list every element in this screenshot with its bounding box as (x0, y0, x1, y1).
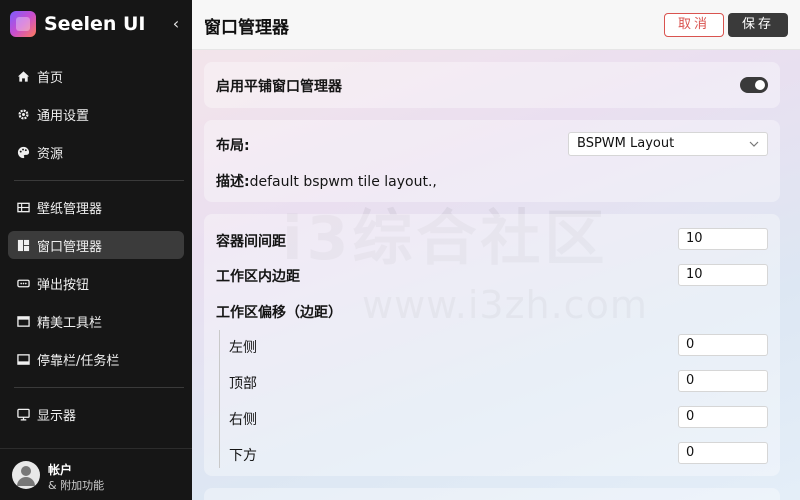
main-content: i3综合社区 www.i3zh.com 窗口管理器 取消 保存 启用平铺窗口管理… (192, 0, 800, 500)
brand: Seelen UI (10, 10, 146, 38)
sidebar-item-label: 资源 (37, 146, 64, 162)
container-gap-input[interactable]: 10 (678, 228, 768, 250)
wallpaper-icon (16, 200, 30, 214)
sidebar-item-label: 窗口管理器 (37, 239, 103, 255)
toolbar-icon (16, 314, 30, 328)
offset-left-label: 左侧 (229, 340, 257, 356)
sidebar-divider (14, 180, 184, 181)
page-title: 窗口管理器 (204, 18, 289, 38)
monitor-icon (16, 407, 30, 421)
cancel-button[interactable]: 取消 (664, 13, 724, 37)
next-card-edge (204, 488, 780, 500)
popup-icon (16, 276, 30, 290)
sidebar-item-popup-button[interactable]: 弹出按钮 (8, 269, 184, 297)
sidebar-item-label: 壁纸管理器 (37, 201, 103, 217)
sidebar-item-wallpaper[interactable]: 壁纸管理器 (8, 193, 184, 221)
offset-right-label: 右侧 (229, 412, 257, 428)
offset-left-input[interactable]: 0 (678, 334, 768, 356)
layout-select-value: BSPWM Layout (577, 136, 675, 151)
sidebar-item-toolbar[interactable]: 精美工具栏 (8, 307, 184, 335)
indent-line (219, 330, 220, 468)
sidebar-divider (14, 387, 184, 388)
offset-bottom-label: 下方 (229, 448, 257, 464)
gear-icon (16, 107, 30, 121)
offset-top-label: 顶部 (229, 376, 257, 392)
offset-top-input[interactable]: 0 (678, 370, 768, 392)
dock-icon (16, 352, 30, 366)
workspace-padding-input[interactable]: 10 (678, 264, 768, 286)
seelen-logo-icon (10, 11, 36, 37)
offset-right-input[interactable]: 0 (678, 406, 768, 428)
container-gap-label: 容器间间距 (216, 234, 286, 250)
sidebar-item-label: 弹出按钮 (37, 277, 90, 293)
tiling-icon (16, 238, 30, 252)
workspace-offset-label: 工作区偏移（边距） (216, 305, 342, 321)
collapse-sidebar-icon[interactable]: ‹ (168, 14, 184, 34)
description-label: 描述: (216, 174, 250, 190)
sidebar: Seelen UI ‹ 首页 通用设置 资源 壁纸管理器 窗口管理器 弹出按钮 … (0, 0, 192, 500)
header-bar: 窗口管理器 取消 保存 (192, 0, 800, 50)
sidebar-item-label: 通用设置 (37, 108, 90, 124)
brand-title: Seelen UI (44, 13, 146, 35)
sidebar-item-label: 显示器 (37, 408, 77, 424)
sidebar-item-label: 停靠栏/任务栏 (37, 353, 120, 369)
sidebar-item-label: 首页 (37, 70, 64, 86)
sidebar-item-home[interactable]: 首页 (8, 62, 184, 90)
sidebar-item-monitors[interactable]: 显示器 (8, 400, 184, 428)
offset-bottom-input[interactable]: 0 (678, 442, 768, 464)
layout-label: 布局: (216, 138, 250, 154)
account-section[interactable]: 帐户 & 附加功能 (0, 448, 192, 500)
sidebar-item-window-manager[interactable]: 窗口管理器 (8, 231, 184, 259)
sidebar-item-label: 精美工具栏 (37, 315, 103, 331)
palette-icon (16, 145, 30, 159)
save-button[interactable]: 保存 (728, 13, 788, 37)
layout-description: 描述:default bspwm tile layout., (216, 171, 437, 191)
account-subtitle: & 附加功能 (48, 479, 105, 492)
enable-tiling-toggle[interactable] (740, 77, 768, 93)
sidebar-item-resources[interactable]: 资源 (8, 138, 184, 166)
sidebar-item-general[interactable]: 通用设置 (8, 100, 184, 128)
account-name: 帐户 (48, 463, 73, 477)
description-value: default bspwm tile layout., (249, 174, 437, 190)
enable-tiling-label: 启用平铺窗口管理器 (216, 79, 342, 95)
chevron-down-icon (749, 133, 759, 164)
sidebar-item-dock[interactable]: 停靠栏/任务栏 (8, 345, 184, 373)
home-icon (16, 69, 30, 83)
avatar (12, 461, 40, 489)
workspace-padding-label: 工作区内边距 (216, 269, 300, 285)
layout-select[interactable]: BSPWM Layout (568, 132, 768, 156)
